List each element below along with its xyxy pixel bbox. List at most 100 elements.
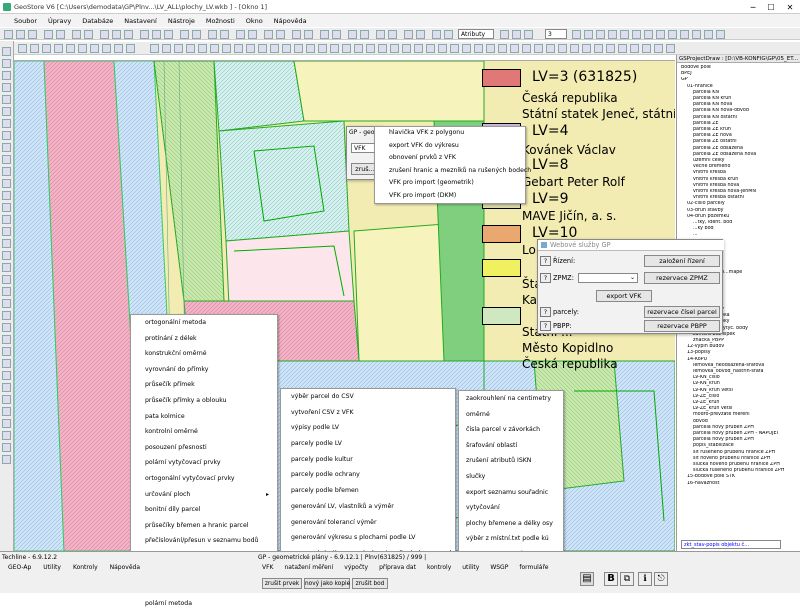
tree-item[interactable]: 16-návaznost: [681, 481, 800, 487]
tool-icon[interactable]: [354, 44, 363, 53]
menu-item[interactable]: oměrné: [459, 407, 563, 423]
tool-icon[interactable]: [78, 44, 87, 53]
tool-icon[interactable]: [594, 44, 603, 53]
close-icon[interactable]: ✕: [781, 0, 799, 14]
tool-icon[interactable]: [414, 44, 423, 53]
tool-icon[interactable]: [2, 419, 11, 428]
tool-icon[interactable]: [654, 44, 663, 53]
menu-item[interactable]: export seznamu souřadnic: [459, 485, 563, 501]
menu-item[interactable]: příprava dat: [379, 564, 416, 571]
tool-icon[interactable]: [2, 119, 11, 128]
tool-icon[interactable]: [630, 44, 639, 53]
menu-item[interactable]: generování výkresu s plochami podle LV: [281, 530, 455, 546]
tool-icon[interactable]: [2, 287, 11, 296]
tool-icon[interactable]: [558, 44, 567, 53]
menu-item[interactable]: bonitní díly parcel: [131, 502, 277, 518]
tool-icon[interactable]: [292, 30, 301, 39]
tool-icon[interactable]: [114, 44, 123, 53]
tool-icon[interactable]: [608, 30, 617, 39]
redo-icon[interactable]: [84, 30, 93, 39]
menu-item[interactable]: generování tolerancí výměr: [281, 515, 455, 531]
export-vfk-button[interactable]: export VFK: [596, 290, 652, 302]
tool-icon[interactable]: [522, 44, 531, 53]
tool-icon[interactable]: [2, 311, 11, 320]
menu-item[interactable]: průsečík přímky a oblouku: [131, 393, 277, 409]
tool-icon[interactable]: [306, 44, 315, 53]
tool-icon[interactable]: [620, 30, 629, 39]
menu-item[interactable]: kontrolní oměrné: [131, 424, 277, 440]
menu-item[interactable]: export VFK do výkresu: [375, 140, 525, 153]
tool-icon[interactable]: [124, 30, 133, 39]
delete-point-button[interactable]: zrušit bod: [352, 578, 388, 589]
menu-item[interactable]: posouzení přesnosti: [131, 440, 277, 456]
tool-icon[interactable]: [234, 44, 243, 53]
menu-item[interactable]: výpočty: [344, 564, 368, 571]
tool-icon[interactable]: [716, 30, 725, 39]
tool-icon[interactable]: [618, 44, 627, 53]
tool-icon[interactable]: [180, 30, 189, 39]
tool-icon[interactable]: [2, 347, 11, 356]
maximize-icon[interactable]: ☐: [762, 0, 780, 14]
menu-item[interactable]: parcely podle ochrany: [281, 467, 455, 483]
tool-icon[interactable]: [42, 44, 51, 53]
menu-item[interactable]: čísla parcel v závorkách: [459, 422, 563, 438]
zoom-field[interactable]: 3: [545, 29, 567, 39]
minimize-icon[interactable]: ─: [744, 0, 762, 14]
menu-item[interactable]: vytvoření CSV z VFK: [281, 405, 455, 421]
tool-icon[interactable]: [208, 30, 217, 39]
menu-item[interactable]: VFK: [262, 564, 274, 571]
new-copy-button[interactable]: nový jako kopie: [304, 578, 350, 589]
tool-icon[interactable]: [438, 44, 447, 53]
menu-databaze[interactable]: Databáze: [82, 17, 113, 25]
tool-icon[interactable]: [404, 30, 413, 39]
tool-icon[interactable]: [2, 407, 11, 416]
menu-nastroje[interactable]: Nástroje: [168, 17, 195, 25]
menu-item[interactable]: WSGP: [490, 564, 508, 571]
tool-icon[interactable]: [294, 44, 303, 53]
tool-icon[interactable]: [2, 59, 11, 68]
info-icon[interactable]: ℹ: [638, 572, 652, 586]
tool-icon[interactable]: [140, 30, 149, 39]
attributes-button[interactable]: Atributy: [458, 29, 494, 39]
undo-icon[interactable]: [72, 30, 81, 39]
tool-icon[interactable]: [152, 30, 161, 39]
tool-icon[interactable]: [376, 30, 385, 39]
tool-icon[interactable]: [198, 44, 207, 53]
tool-icon[interactable]: [668, 30, 677, 39]
menu-soubor[interactable]: Soubor: [14, 17, 37, 25]
tool-icon[interactable]: [512, 30, 521, 39]
tool-icon[interactable]: [18, 44, 27, 53]
tool-icon[interactable]: [342, 44, 351, 53]
menu-item[interactable]: výpisy podle LV: [281, 420, 455, 436]
tool-icon[interactable]: [304, 30, 313, 39]
tool-icon[interactable]: [30, 44, 39, 53]
tool-icon[interactable]: [100, 30, 109, 39]
tool-icon[interactable]: [680, 30, 689, 39]
tool-icon[interactable]: [360, 30, 369, 39]
tool-icon[interactable]: [432, 30, 441, 39]
tool-icon[interactable]: [2, 371, 11, 380]
tool-icon[interactable]: [656, 30, 665, 39]
tool-icon[interactable]: [330, 44, 339, 53]
tool-icon[interactable]: [2, 143, 11, 152]
help-button[interactable]: ?: [540, 273, 551, 283]
tool-icon[interactable]: [126, 44, 135, 53]
menu-item[interactable]: hlavička VFK z polygonu: [375, 127, 525, 140]
tool-icon[interactable]: [2, 131, 11, 140]
menu-moznosti[interactable]: Možnosti: [206, 17, 235, 25]
tool-icon[interactable]: [2, 335, 11, 344]
delete-element-button[interactable]: zrušit prvek: [262, 578, 302, 589]
tool-icon[interactable]: [632, 30, 641, 39]
tool-icon[interactable]: [90, 44, 99, 53]
text-tool-icon[interactable]: ▤: [580, 572, 594, 586]
menu-item[interactable]: natažení měření: [285, 564, 334, 571]
create-procedure-button[interactable]: založení řízení: [644, 255, 720, 267]
tool-icon[interactable]: [236, 30, 245, 39]
menu-item[interactable]: Kontroly: [73, 564, 98, 571]
tool-icon[interactable]: [2, 155, 11, 164]
menu-item[interactable]: vyrovnání do přímky: [131, 362, 277, 378]
tool-icon[interactable]: [510, 44, 519, 53]
tool-icon[interactable]: [2, 323, 11, 332]
menu-item[interactable]: GEO-Ap: [8, 564, 31, 571]
menu-item[interactable]: VFK pro import (DKM): [375, 190, 525, 203]
